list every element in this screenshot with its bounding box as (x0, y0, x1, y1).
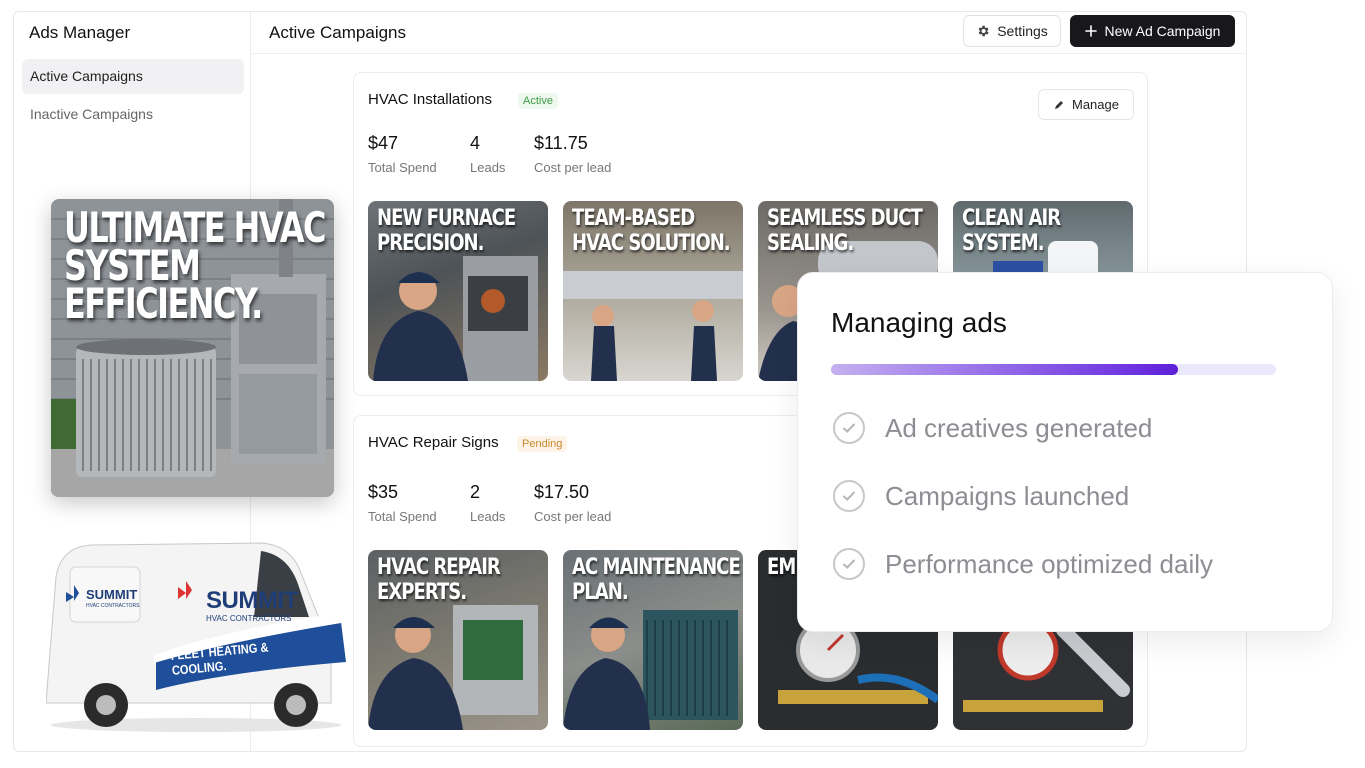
creative-caption: CLEAN AIR SYSTEM. (962, 206, 1061, 256)
sidebar-title: Ads Manager (29, 23, 131, 42)
van-illustration (45, 542, 346, 732)
van-subtitle-small: HVAC CONTRACTORS (86, 603, 140, 609)
check-circle-icon (833, 412, 865, 444)
step-label: Ad creatives generated (885, 412, 1153, 443)
progress-bar (831, 364, 1276, 375)
settings-button-label: Settings (997, 23, 1048, 39)
ad-creative-tile[interactable]: TEAM-BASED HVAC SOLUTION. (563, 201, 743, 381)
new-ad-campaign-button[interactable]: New Ad Campaign (1070, 15, 1235, 47)
van-subtitle: HVAC CONTRACTORS (206, 614, 292, 623)
campaign-title: HVAC Repair Signs (368, 434, 499, 451)
ad-creative-tile[interactable]: NEW FURNACE PRECISION. (368, 201, 548, 381)
stat-label: Leads (470, 509, 506, 524)
leads-stat: 2 Leads (470, 482, 505, 524)
step-item: Performance optimized daily (833, 548, 1213, 580)
creative-caption: HVAC REPAIR EXPERTS. (377, 555, 501, 605)
gear-icon (978, 25, 989, 37)
creative-caption: SEAMLESS DUCT SEALING. (767, 206, 923, 256)
creative-caption: TEAM-BASED HVAC SOLUTION. (572, 206, 731, 256)
step-item: Ad creatives generated (833, 412, 1152, 444)
stat-value: $35 (368, 482, 399, 502)
stat-value: 2 (470, 482, 481, 502)
stat-label: Leads (470, 160, 506, 175)
total-spend-stat: $35 Total Spend (368, 482, 437, 524)
stat-value: 4 (470, 133, 481, 153)
pencil-icon (1055, 100, 1063, 109)
stat-value: $11.75 (534, 133, 588, 153)
status-badge: Active (518, 93, 558, 109)
cost-per-lead-stat: $17.50 Cost per lead (534, 482, 611, 524)
hero-caption: ULTIMATE HVAC SYSTEM EFFICIENCY. (64, 203, 326, 328)
van-brand: SUMMIT (206, 587, 298, 614)
company-van: SUMMIT HVAC CONTRACTORS SUMMIT HVAC CONT… (45, 537, 346, 732)
panel-title: Managing ads (831, 307, 1007, 338)
stat-label: Cost per lead (534, 509, 612, 524)
stat-label: Total Spend (368, 509, 437, 524)
creative-caption: AC MAINTENANCE PLAN. (572, 555, 741, 605)
hero-ad-image: ULTIMATE HVAC SYSTEM EFFICIENCY. (51, 199, 334, 497)
progress-bar-fill (831, 364, 1179, 375)
step-label: Campaigns launched (885, 480, 1130, 511)
manage-button-label: Manage (1072, 97, 1119, 112)
campaign-title: HVAC Installations (368, 91, 492, 108)
stat-value: $17.50 (534, 482, 590, 502)
sidebar-item-active-campaigns[interactable]: Active Campaigns (22, 59, 244, 94)
ad-creative-tile[interactable]: HVAC REPAIR EXPERTS. (368, 550, 548, 730)
step-item: Campaigns launched (833, 480, 1129, 512)
sidebar-item-inactive-campaigns[interactable]: Inactive Campaigns (22, 97, 244, 132)
plus-icon (1084, 25, 1097, 37)
ad-creative-tile[interactable]: AC MAINTENANCE PLAN. (563, 550, 743, 730)
creative-caption: NEW FURNACE PRECISION. (377, 206, 516, 256)
topbar: Active Campaigns Settings New Ad Campaig… (251, 12, 1246, 54)
status-badge: Pending (517, 436, 568, 452)
managing-ads-panel: Managing ads Ad creatives generated Camp… (797, 272, 1333, 632)
manage-button[interactable]: Manage (1038, 89, 1134, 120)
new-ad-campaign-label: New Ad Campaign (1104, 23, 1221, 39)
page-title: Active Campaigns (269, 23, 407, 42)
stat-value: $47 (368, 133, 399, 153)
leads-stat: 4 Leads (470, 133, 505, 175)
step-label: Performance optimized daily (885, 548, 1214, 579)
check-circle-icon (833, 480, 865, 512)
stat-label: Cost per lead (534, 160, 612, 175)
settings-button[interactable]: Settings (963, 15, 1061, 47)
van-brand-small: SUMMIT (86, 587, 138, 602)
stat-label: Total Spend (368, 160, 437, 175)
check-circle-icon (833, 548, 865, 580)
total-spend-stat: $47 Total Spend (368, 133, 437, 175)
cost-per-lead-stat: $11.75 Cost per lead (534, 133, 611, 175)
